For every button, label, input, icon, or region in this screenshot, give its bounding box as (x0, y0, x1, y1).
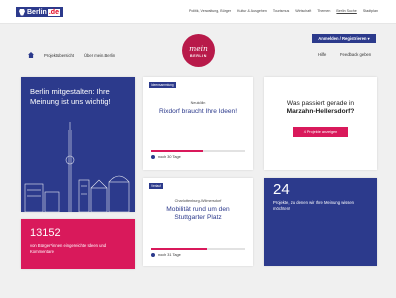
top-nav: Politik, Verwaltung, Bürger Kultur & Aus… (189, 9, 378, 13)
ideas-count-text: von Bürger*innen eingereichte Ideen und … (30, 243, 107, 254)
project-progress-fill (151, 248, 208, 250)
project-title: Mobilität rund um den Stuttgarter Platz (166, 206, 230, 221)
hero-card: Berlin mitgestalten: Ihre Meinung ist un… (21, 77, 135, 212)
ideas-count: 13152 (30, 227, 61, 239)
top-nav-link[interactable]: Themen (317, 9, 330, 13)
project-title: Rixdorf braucht Ihre Ideen! (158, 108, 238, 115)
breadcrumb-projects[interactable]: Projektübersicht (44, 53, 74, 58)
district-card: Was passiert gerade in Marzahn-Hellersdo… (264, 77, 377, 170)
logo-text: Berlin (27, 8, 47, 16)
clock-icon (151, 253, 155, 257)
project-progress-fill (151, 150, 203, 152)
project-remaining-time: noch 31 Tage (151, 253, 181, 257)
project-location: Neukölln (190, 101, 206, 105)
berlin-logo[interactable]: Berlin .de (16, 7, 63, 17)
login-label: Anmelden / Registrieren (318, 36, 367, 41)
project-time-text: noch 31 Tage (158, 253, 181, 257)
breadcrumb-about[interactable]: Über mein.Berlin (84, 53, 115, 58)
district-name: Marzahn-Hellersdorf? (286, 108, 355, 115)
bear-icon (19, 8, 25, 16)
project-card[interactable]: Ideensammlung Neukölln Rixdorf braucht I… (143, 77, 253, 170)
project-card[interactable]: Verlauf Charlottenburg-Wilmersdorf Mobil… (143, 178, 253, 266)
login-register-button[interactable]: Anmelden / Registrieren ▾ (312, 34, 376, 43)
chevron-down-icon: ▾ (366, 36, 370, 41)
top-nav-link[interactable]: Kultur & Ausgehen (237, 9, 267, 13)
top-bar: Berlin .de Politik, Verwaltung, Bürger K… (0, 0, 396, 24)
mein-berlin-logo[interactable]: mein BERLIN (182, 34, 215, 67)
project-progress (151, 150, 245, 152)
top-nav-link[interactable]: Tourismus (273, 9, 289, 13)
ideas-stat-card[interactable]: 13152 von Bürger*innen eingereichte Idee… (21, 219, 135, 269)
show-projects-button[interactable]: 4 Projekte anzeigen (293, 127, 348, 137)
berlin-skyline-illustration (24, 122, 130, 212)
top-nav-link-active[interactable]: Berlin Suche (336, 9, 356, 13)
brand-sub: BERLIN (190, 54, 207, 58)
feedback-link[interactable]: Feedback geben (340, 52, 371, 57)
home-icon[interactable] (28, 52, 34, 58)
projects-count-text: Projekte, zu denen wir Ihre Meinung wiss… (273, 200, 354, 211)
breadcrumb: Projektübersicht Über mein.Berlin (28, 52, 115, 58)
project-progress (151, 248, 245, 250)
top-nav-link[interactable]: Stadtplan (363, 9, 378, 13)
top-nav-link[interactable]: Wirtschaft (295, 9, 311, 13)
projects-count: 24 (273, 181, 290, 198)
project-location: Charlottenburg-Wilmersdorf (174, 199, 222, 203)
help-link[interactable]: Hilfe (318, 52, 326, 57)
logo-suffix: .de (47, 8, 60, 16)
project-type-badge: Ideensammlung (149, 82, 176, 88)
clock-icon (151, 155, 155, 159)
brand-main: mein (189, 44, 208, 53)
projects-count-card[interactable]: 24 Projekte, zu denen wir Ihre Meinung w… (264, 178, 377, 266)
district-question: Was passiert gerade in Marzahn-Hellersdo… (270, 100, 371, 116)
project-type-badge: Verlauf (149, 183, 163, 189)
project-remaining-time: noch 30 Tage (151, 155, 181, 159)
hero-title: Berlin mitgestalten: Ihre Meinung ist un… (30, 87, 111, 106)
district-question-text: Was passiert gerade in (286, 100, 355, 107)
top-nav-link[interactable]: Politik, Verwaltung, Bürger (189, 9, 231, 13)
project-time-text: noch 30 Tage (158, 155, 181, 159)
